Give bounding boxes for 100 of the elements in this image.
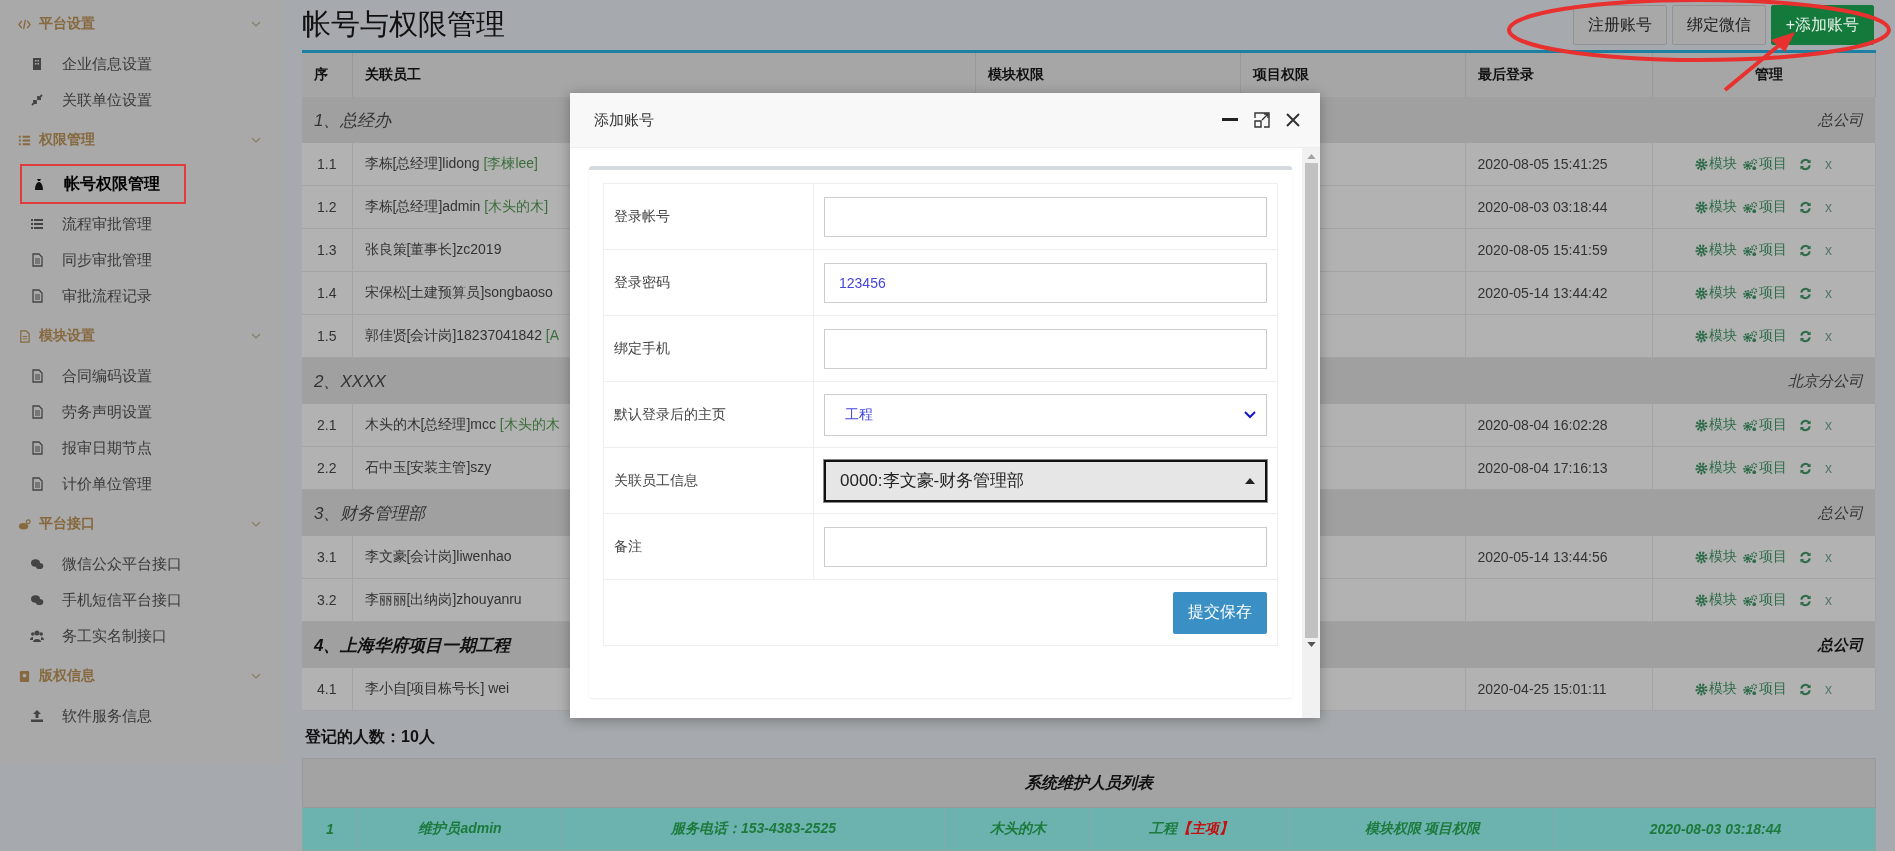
module-link[interactable]: 模块 [1695,198,1737,216]
project-link[interactable]: 项目 [1743,548,1787,566]
chevron-icon[interactable] [251,521,261,527]
sidebar-item[interactable]: 审批流程记录 [20,278,265,314]
submit-button[interactable]: 提交保存 [1173,591,1267,634]
caret-icon [1245,477,1255,484]
refresh-icon[interactable] [1799,593,1812,607]
select-field[interactable]: 0000:李文豪-财务管理部 [824,459,1267,502]
refresh-icon[interactable] [1799,200,1812,214]
row-number: 1.4 [317,285,337,301]
delete-link[interactable]: x [1825,549,1832,565]
module-link[interactable]: 模块 [1695,327,1737,345]
module-link[interactable]: 模块 [1695,591,1737,609]
employee-name: 李栋[总经理]lidong [李楝lee] [364,155,538,171]
scroll-up-icon[interactable] [1306,154,1316,159]
cogs-icon [1743,550,1758,564]
sidebar-item[interactable]: 微信公众平台接口 [20,546,265,582]
last-login: 2020-08-05 15:41:25 [1477,156,1608,172]
project-link[interactable]: 项目 [1743,155,1787,173]
delete-link[interactable]: x [1825,328,1832,344]
scrollbar[interactable] [1302,148,1320,718]
module-link[interactable]: 模块 [1695,680,1737,698]
last-login: 2020-08-04 17:16:13 [1477,460,1608,476]
scroll-down-icon[interactable] [1306,642,1316,647]
module-link[interactable]: 模块 [1695,241,1737,259]
minimize-icon[interactable] [1222,118,1238,122]
sidebar-item[interactable]: 合同编码设置 [20,358,265,394]
sidebar-item[interactable]: 手机短信平台接口 [20,582,265,618]
refresh-icon[interactable] [1799,157,1812,171]
project-link[interactable]: 项目 [1743,591,1787,609]
refresh-icon[interactable] [1799,461,1812,475]
delete-link[interactable]: x [1825,242,1832,258]
sidebar-item[interactable]: 计价单位管理 [20,466,265,502]
delete-link[interactable]: x [1825,417,1832,433]
chevron-icon[interactable] [251,333,261,339]
input-field[interactable] [824,526,1267,567]
gear-icon [1695,593,1708,607]
row-number: 2.1 [317,417,337,433]
refresh-icon[interactable] [1799,329,1812,343]
module-link[interactable]: 模块 [1695,155,1737,173]
employee-name: 李栋[总经理]admin [木头的木] [364,198,549,214]
sidebar-item[interactable]: 务工实名制接口 [20,618,265,654]
sidebar-section[interactable]: 版权信息 [39,667,243,685]
project-link[interactable]: 项目 [1743,198,1787,216]
sidebar-item[interactable]: 软件服务信息 [20,698,265,734]
input-field[interactable]: 123456 [824,262,1267,303]
sidebar-section[interactable]: 权限管理 [39,131,243,149]
last-login: 2020-05-14 13:44:42 [1477,285,1608,301]
header-button[interactable]: 绑定微信 [1671,5,1766,45]
sidebar-item[interactable]: 劳务声明设置 [20,394,265,430]
project-link[interactable]: 项目 [1743,416,1787,434]
row-number: 3.2 [317,592,337,608]
project-link[interactable]: 项目 [1743,459,1787,477]
sidebar-section[interactable]: 模块设置 [39,327,243,345]
delete-link[interactable]: x [1825,156,1832,172]
refresh-icon[interactable] [1799,286,1812,300]
project-link[interactable]: 项目 [1743,327,1787,345]
module-link[interactable]: 模块 [1695,284,1737,302]
maximize-icon[interactable] [1254,112,1270,128]
refresh-icon[interactable] [1799,682,1812,696]
sidebar-item[interactable]: 同步审批管理 [20,242,265,278]
project-link[interactable]: 项目 [1743,284,1787,302]
table-cell: 服务电话：153-4383-2525 [671,820,836,836]
group-company: 北京分公司 [1788,371,1863,389]
header-button[interactable]: 注册账号 [1572,5,1667,45]
sidebar-item[interactable]: 关联单位设置 [20,82,265,118]
sidebar-item[interactable]: 报审日期节点 [20,430,265,466]
gear-icon [1695,286,1708,300]
input-field[interactable] [824,196,1267,237]
close-icon[interactable] [1286,113,1300,127]
chevron-icon[interactable] [251,673,261,679]
sidebar-item[interactable]: 帐号权限管理 [20,164,186,204]
refresh-icon[interactable] [1799,243,1812,257]
employee-name: 张良策[董事长]zc2019 [364,241,502,257]
project-link[interactable]: 项目 [1743,680,1787,698]
sidebar-section[interactable]: 平台接口 [39,515,243,533]
chevron-icon[interactable] [251,137,261,143]
sidebar-section[interactable]: 平台设置 [39,15,243,33]
input-field[interactable] [824,328,1267,369]
module-link[interactable]: 模块 [1695,548,1737,566]
project-link[interactable]: 项目 [1743,241,1787,259]
select-field[interactable]: 工程 [824,393,1267,436]
refresh-icon[interactable] [1799,418,1812,432]
refresh-icon[interactable] [1799,550,1812,564]
delete-link[interactable]: x [1825,592,1832,608]
chevron-icon[interactable] [251,21,261,27]
delete-link[interactable]: x [1825,681,1832,697]
gear-icon [1695,550,1708,564]
sidebar-item[interactable]: 企业信息设置 [20,46,265,82]
employee-name: 木头的木[总经理]mcc [木头的木 [364,416,560,432]
field-label: 登录帐号 [614,207,670,224]
delete-link[interactable]: x [1825,285,1832,301]
cogs-icon [1743,593,1758,607]
module-link[interactable]: 模块 [1695,416,1737,434]
delete-link[interactable]: x [1825,199,1832,215]
sidebar-item[interactable]: 流程审批管理 [20,206,265,242]
module-link[interactable]: 模块 [1695,459,1737,477]
row-number: 1.1 [317,156,337,172]
cogs-icon [1743,200,1758,214]
delete-link[interactable]: x [1825,460,1832,476]
